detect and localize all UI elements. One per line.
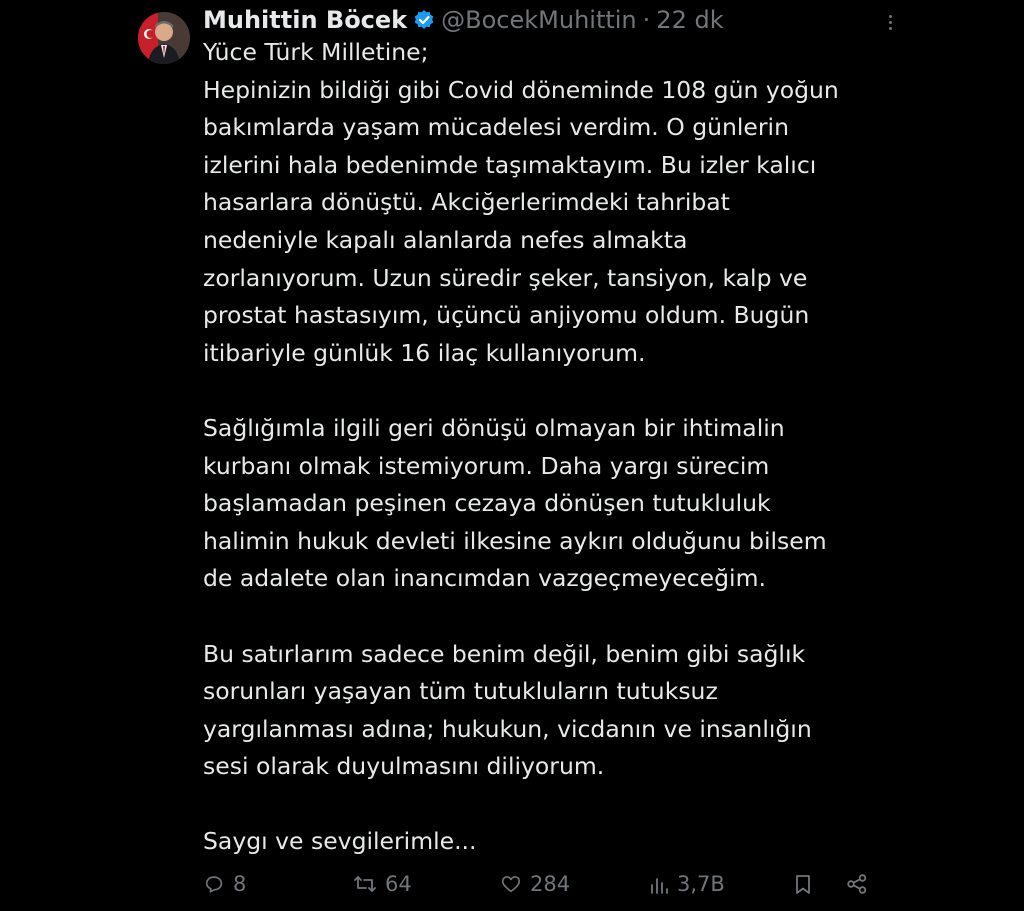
tweet-line: nedeniyle kapalı alanlarda nefes almakta <box>203 225 688 254</box>
heart-icon <box>500 873 522 895</box>
reply-button[interactable]: 8 <box>203 868 246 900</box>
tweet: Muhittin Böcek @BocekMuhittin · 22 dk Yü… <box>0 0 1024 911</box>
tweet-line: Bu satırlarım sadece benim değil, benim … <box>203 639 806 668</box>
tweet-line: hasarlara dönüştü. Akciğerlerimdeki tahr… <box>203 188 730 217</box>
tweet-line: yargılanması adına; hukukun, vicdanın ve… <box>203 714 812 743</box>
reply-icon <box>203 873 225 895</box>
tweet-line: başlamadan peşinen cezaya dönüşen tutukl… <box>203 489 771 518</box>
repost-count: 64 <box>385 872 412 896</box>
separator-dot: · <box>642 6 651 34</box>
share-icon <box>846 873 868 895</box>
tweet-line: Saygı ve sevgilerimle... <box>203 827 477 856</box>
tweet-line: itibariyle günlük 16 ilaç kullanıyorum. <box>203 338 646 367</box>
repost-button[interactable]: 64 <box>353 868 412 900</box>
like-button[interactable]: 284 <box>500 868 570 900</box>
tweet-line: prostat hastasıyım, üçüncü anjiyomu oldu… <box>203 301 810 330</box>
tweet-line: halimin hukuk devleti ilkesine aykırı ol… <box>203 526 827 555</box>
tweet-line: zorlanıyorum. Uzun süredir şeker, tansiy… <box>203 263 808 292</box>
share-button[interactable] <box>846 868 868 900</box>
like-count: 284 <box>530 872 571 896</box>
views-count: 3,7B <box>677 872 725 896</box>
more-icon[interactable] <box>880 8 900 36</box>
tweet-line: bakımlarda yaşam mücadelesi verdim. O gü… <box>203 113 789 142</box>
tweet-line: kurbanı olmak istemiyorum. Daha yargı sü… <box>203 451 770 480</box>
views-icon <box>649 873 669 895</box>
tweet-line: sesi olarak duyulmasını diliyorum. <box>203 752 605 781</box>
action-bar: 8 64 284 3,7B <box>203 868 883 900</box>
repost-icon <box>353 873 377 895</box>
bookmark-button[interactable] <box>793 868 813 900</box>
tweet-line: Sağlığımla ilgili geri dönüşü olmayan bi… <box>203 413 785 442</box>
tweet-line: sorunları yaşayan tüm tutukluların tutuk… <box>203 677 718 706</box>
tweet-text: Yüce Türk Milletine; Hepinizin bildiği g… <box>203 34 893 861</box>
author-handle[interactable]: @BocekMuhittin <box>441 6 637 34</box>
author-name[interactable]: Muhittin Böcek <box>203 6 407 34</box>
timestamp[interactable]: 22 dk <box>656 6 723 34</box>
tweet-header: Muhittin Böcek @BocekMuhittin · 22 dk <box>203 4 724 36</box>
tweet-line: izlerini hala bedenimde taşımaktayım. Bu… <box>203 150 817 179</box>
tweet-line: de adalete olan inancımdan vazgeçmeyeceğ… <box>203 564 766 593</box>
verified-badge-icon <box>413 9 435 31</box>
tweet-line: Yüce Türk Milletine; <box>203 38 429 66</box>
bookmark-icon <box>793 873 813 895</box>
tweet-line: Hepinizin bildiği gibi Covid döneminde 1… <box>203 75 839 104</box>
views-button[interactable]: 3,7B <box>649 868 725 900</box>
avatar[interactable] <box>138 12 190 64</box>
reply-count: 8 <box>233 872 247 896</box>
